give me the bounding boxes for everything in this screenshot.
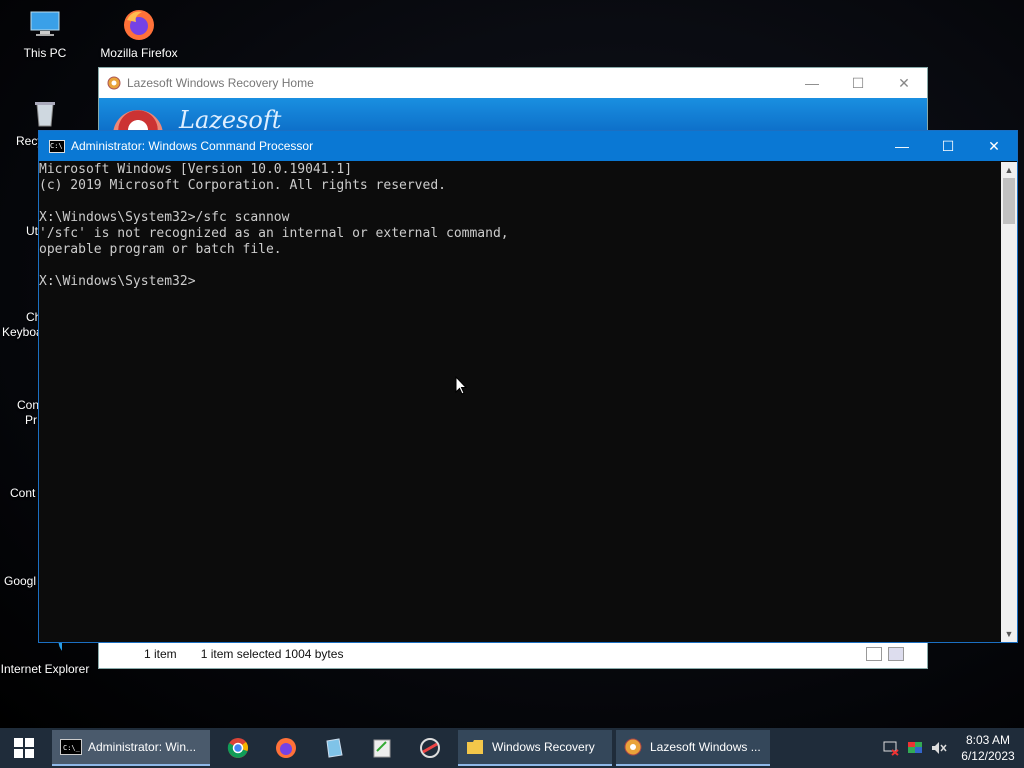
selection-info: 1 item selected 1004 bytes: [200, 647, 344, 661]
console-line: operable program or batch file.: [39, 242, 282, 257]
close-button[interactable]: ✕: [881, 75, 927, 92]
lazesoft-brand: Lazesoft: [179, 106, 282, 132]
firefox-icon: [122, 8, 156, 42]
this-pc-icon: [28, 8, 62, 42]
taskbar-firefox-button[interactable]: [262, 728, 310, 768]
lazesoft-logo-icon: [107, 76, 121, 90]
lazesoft-banner-logo-icon: [113, 110, 163, 132]
minimize-button[interactable]: —: [789, 75, 835, 91]
command-prompt-window[interactable]: C:\ Administrator: Windows Command Proce…: [38, 130, 1018, 643]
console-line: (c) 2019 Microsoft Corporation. All righ…: [39, 178, 446, 193]
desktop-icon-label: Internet Explorer: [0, 662, 90, 676]
taskbar-snipping-button[interactable]: [406, 728, 454, 768]
maximize-button[interactable]: ☐: [835, 75, 881, 92]
taskbar-explorer-label: Windows Recovery: [492, 740, 595, 754]
vertical-scrollbar[interactable]: ▲ ▼: [1001, 162, 1017, 642]
maximize-button[interactable]: ☐: [925, 131, 971, 161]
svg-text:C:\_: C:\_: [63, 744, 81, 752]
console-line: Microsoft Windows [Version 10.0.19041.1]: [39, 162, 353, 177]
console-output[interactable]: Microsoft Windows [Version 10.0.19041.1]…: [39, 162, 1000, 642]
taskbar-clock[interactable]: 8:03 AM 6/12/2023: [952, 732, 1024, 764]
scroll-down-icon[interactable]: ▼: [1001, 626, 1017, 642]
text-editor-icon: [373, 739, 391, 758]
lazesoft-window-title: Lazesoft Windows Recovery Home: [127, 76, 314, 90]
chrome-icon: [227, 738, 248, 758]
item-count: 1 item: [144, 647, 177, 661]
scroll-up-icon[interactable]: ▲: [1001, 162, 1017, 178]
volume-muted-icon[interactable]: [930, 740, 950, 756]
taskbar-lazesoft-label: Lazesoft Windows ...: [650, 740, 761, 754]
notepad-icon: [326, 738, 343, 758]
explorer-status-bar: 1 item 1 item selected 1004 bytes: [130, 642, 914, 666]
start-button[interactable]: [0, 728, 48, 768]
system-tray: 8:03 AM 6/12/2023: [880, 728, 1024, 768]
snipping-tool-icon: [420, 738, 440, 758]
clock-time: 8:03 AM: [965, 733, 1011, 747]
details-view-icon[interactable]: [866, 647, 882, 661]
scroll-thumb[interactable]: [1003, 178, 1015, 224]
console-line: X:\Windows\System32>/sfc scannow: [39, 210, 290, 225]
desktop-icon-firefox[interactable]: Mozilla Firefox: [94, 8, 184, 60]
lazesoft-titlebar[interactable]: Lazesoft Windows Recovery Home — ☐ ✕: [99, 68, 927, 98]
taskbar-notepad-button[interactable]: [310, 728, 358, 768]
cmd-taskbar-icon: C:\_: [60, 739, 82, 755]
windows-logo-icon: [14, 738, 34, 758]
taskbar-lazesoft-button[interactable]: Lazesoft Windows ...: [616, 730, 770, 766]
clock-date: 6/12/2023: [961, 749, 1015, 763]
lazesoft-logo-icon: [624, 738, 642, 756]
console-line: X:\Windows\System32>: [39, 274, 196, 289]
lazesoft-banner: Lazesoft: [99, 98, 927, 132]
cmd-titlebar[interactable]: C:\ Administrator: Windows Command Proce…: [39, 131, 1017, 161]
minimize-button[interactable]: —: [879, 131, 925, 161]
cmd-window-title: Administrator: Windows Command Processor: [71, 139, 314, 153]
network-icon[interactable]: [882, 740, 902, 756]
desktop-icon-label: This PC: [23, 46, 67, 60]
firefox-icon: [276, 738, 296, 758]
taskbar-chrome-button[interactable]: [214, 728, 262, 768]
taskbar: C:\_ Administrator: Win... Windows Recov…: [0, 728, 1024, 768]
console-line: '/sfc' is not recognized as an internal …: [39, 226, 509, 241]
taskbar-cmd-button[interactable]: C:\_ Administrator: Win...: [52, 730, 210, 766]
mouse-pointer-icon: [455, 375, 468, 396]
taskbar-explorer-button[interactable]: Windows Recovery: [458, 730, 612, 766]
taskbar-cmd-label: Administrator: Win...: [88, 740, 197, 754]
desktop-icon-this-pc[interactable]: This PC: [0, 8, 90, 60]
folder-icon: [467, 740, 483, 754]
desktop-icon-label: Mozilla Firefox: [100, 46, 178, 60]
large-icons-view-icon[interactable]: [888, 647, 904, 661]
taskbar-editor-button[interactable]: [358, 728, 406, 768]
recycle-bin-icon: [28, 96, 62, 130]
close-button[interactable]: ✕: [971, 131, 1017, 161]
display-icon[interactable]: [906, 740, 926, 756]
cmd-window-icon: C:\: [49, 139, 65, 153]
